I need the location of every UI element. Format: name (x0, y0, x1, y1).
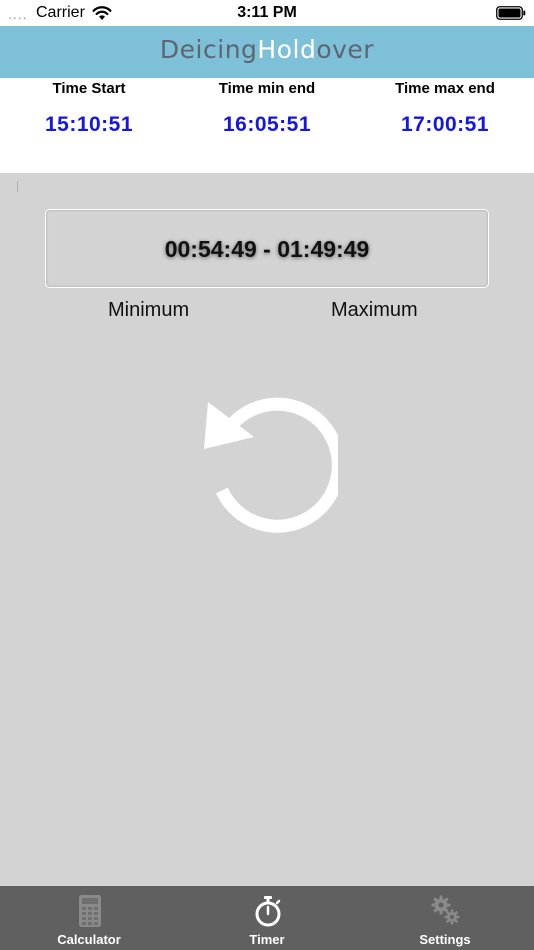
tab-timer[interactable]: Timer (178, 886, 356, 950)
status-bar: .... Carrier 3:11 PM (0, 0, 534, 26)
app-title-part-over: over (316, 35, 375, 64)
divider-mark (17, 181, 18, 192)
minimum-label: Minimum (108, 299, 190, 321)
stopwatch-icon (255, 896, 281, 927)
calculator-icon (79, 895, 101, 927)
maximum-label: Maximum (331, 299, 418, 321)
battery-icon (496, 6, 526, 20)
time-max-end-value: 17:00:51 (400, 113, 490, 136)
app-title-part-hold: Hold (257, 35, 317, 64)
holdover-range-text: 00:54:49 - 01:49:49 (164, 236, 370, 262)
tab-timer-label: Timer (249, 932, 285, 947)
holdover-range-box: 00:54:49 - 01:49:49 (45, 209, 489, 288)
tab-settings[interactable]: Settings (356, 886, 534, 950)
tab-calculator-label: Calculator (57, 932, 121, 947)
status-time: 3:11 PM (237, 4, 297, 21)
gears-icon (431, 895, 460, 925)
time-max-end-column: Time max end 17:00:51 (356, 78, 534, 137)
time-min-end-column: Time min end 16:05:51 (178, 78, 356, 137)
app-title-part-deicing: Deicing (159, 35, 258, 64)
tab-calculator[interactable]: Calculator (0, 886, 178, 950)
app-header: DeicingHoldover (0, 26, 534, 78)
app-title: DeicingHoldover (0, 35, 534, 64)
tab-settings-label: Settings (419, 932, 471, 947)
time-start-column: Time Start 15:10:51 (0, 78, 178, 137)
reset-icon[interactable] (196, 392, 338, 534)
time-start-value: 15:10:51 (44, 113, 134, 136)
time-min-end-value: 16:05:51 (222, 113, 312, 136)
time-start-label: Time Start (52, 80, 126, 97)
tab-bar: Calculator Timer Settings (0, 886, 534, 950)
time-max-end-label: Time max end (395, 80, 495, 97)
time-min-end-label: Time min end (218, 80, 316, 97)
times-panel: Time Start 15:10:51 Time min end 16:05:5… (0, 78, 534, 173)
